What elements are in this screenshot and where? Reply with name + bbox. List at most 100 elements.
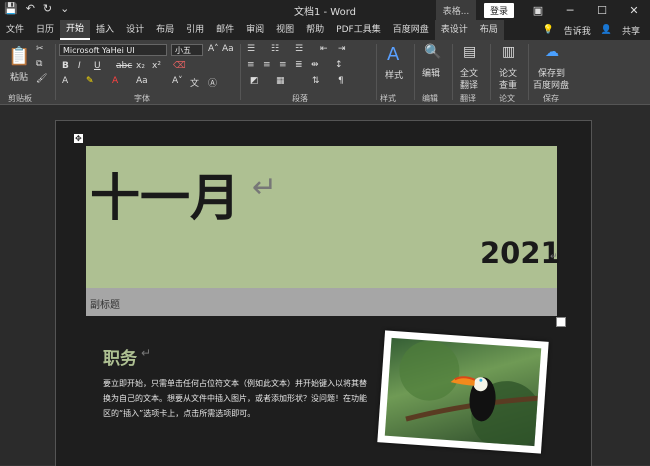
divider bbox=[414, 44, 415, 100]
multilevel-list-icon[interactable]: ☲ bbox=[295, 44, 303, 54]
align-left-icon[interactable]: ≡ bbox=[247, 60, 255, 70]
change-case-icon[interactable]: Aa bbox=[222, 44, 234, 54]
table-move-handle-icon[interactable]: ✥ bbox=[74, 134, 83, 143]
tab-home[interactable]: 开始 bbox=[60, 20, 91, 40]
tab-file[interactable]: 文件 bbox=[0, 20, 30, 40]
styles-button[interactable]: 样式 bbox=[385, 68, 403, 81]
table-tools-label: 表格... bbox=[435, 0, 476, 20]
line-spacing-icon[interactable]: ↕ bbox=[335, 60, 343, 70]
text-effects-icon[interactable]: A bbox=[62, 76, 68, 86]
edit-icon[interactable]: 🔍 bbox=[424, 44, 441, 60]
translate-icon[interactable]: ▤ bbox=[463, 44, 476, 60]
tab-insert[interactable]: 插入 bbox=[90, 20, 120, 40]
bold-icon[interactable]: B bbox=[62, 61, 69, 71]
save-to-line2[interactable]: 百度网盘 bbox=[533, 78, 569, 91]
strikethrough-icon[interactable]: abc bbox=[116, 61, 132, 71]
decrease-indent-icon[interactable]: ⇤ bbox=[320, 44, 328, 54]
styles-icon[interactable]: A bbox=[387, 44, 399, 65]
underline-icon[interactable]: U bbox=[94, 61, 101, 71]
ribbon-display-icon[interactable]: ▣ bbox=[522, 4, 554, 17]
fulltext-translate-line2[interactable]: 翻译 bbox=[460, 78, 478, 91]
subtitle-text[interactable]: 副标题 bbox=[90, 296, 120, 311]
sort-icon[interactable]: ⇅ bbox=[312, 76, 320, 86]
table-resize-handle[interactable] bbox=[556, 317, 566, 327]
tell-me-box[interactable]: 告诉我 bbox=[564, 24, 591, 37]
tab-pdf-tools[interactable]: PDF工具集 bbox=[330, 20, 387, 40]
align-right-icon[interactable]: ≡ bbox=[279, 60, 287, 70]
paper-check-line2[interactable]: 查重 bbox=[499, 78, 517, 91]
format-painter-icon[interactable]: 🖌 bbox=[36, 74, 47, 84]
tab-table-layout[interactable]: 布局 bbox=[473, 20, 504, 40]
return-mark-icon: ↵ bbox=[252, 170, 278, 205]
grow-font-icon[interactable]: A˄ bbox=[208, 44, 219, 54]
group-font-label: 字体 bbox=[134, 94, 150, 103]
group-clipboard-label: 剪贴板 bbox=[8, 94, 32, 103]
align-center-icon[interactable]: ≡ bbox=[263, 60, 271, 70]
tab-review[interactable]: 审阅 bbox=[240, 20, 270, 40]
ribbon-home: 📋 粘贴 ✂ ⧉ 🖌 剪贴板 Microsoft YaHei UI 小五 A˄ … bbox=[0, 40, 650, 105]
divider bbox=[240, 44, 241, 100]
month-title[interactable]: 十一月 bbox=[90, 158, 240, 230]
font-size-combo[interactable]: 小五 bbox=[171, 44, 203, 56]
divider bbox=[55, 44, 56, 100]
group-paper-label: 论文 bbox=[499, 94, 515, 103]
font-color-icon[interactable]: A bbox=[112, 76, 118, 86]
highlight-icon[interactable]: ✎ bbox=[86, 76, 94, 86]
clear-format-icon[interactable]: ⌫ bbox=[173, 61, 186, 71]
year-title[interactable]: 2021 bbox=[480, 236, 561, 270]
body-paragraph[interactable]: 要立即开始，只需单击任何占位符文本（例如此文本）并开始键入以将其替换为自己的文本… bbox=[103, 376, 368, 421]
tab-mailings[interactable]: 邮件 bbox=[210, 20, 240, 40]
enclose-char-icon[interactable]: Ⓐ bbox=[208, 76, 217, 89]
font-size-aa-icon[interactable]: Aa bbox=[136, 76, 148, 86]
paper-check-icon[interactable]: ▥ bbox=[502, 44, 515, 60]
increase-indent-icon[interactable]: ⇥ bbox=[338, 44, 346, 54]
return-mark-icon: ↵ bbox=[141, 346, 152, 360]
distributed-icon[interactable]: ⇹ bbox=[311, 60, 319, 70]
italic-icon[interactable]: I bbox=[78, 61, 81, 71]
group-styles-label: 样式 bbox=[380, 94, 396, 103]
shrink-font-icon[interactable]: A˅ bbox=[172, 76, 183, 86]
font-name-combo[interactable]: Microsoft YaHei UI bbox=[59, 44, 167, 56]
tab-baidu-netdisk[interactable]: 百度网盘 bbox=[387, 20, 435, 40]
copy-icon[interactable]: ⧉ bbox=[36, 59, 42, 69]
minimize-icon[interactable]: ─ bbox=[554, 4, 586, 17]
toucan-photo[interactable] bbox=[377, 330, 549, 454]
section-heading[interactable]: 职务 bbox=[103, 344, 137, 369]
paste-button[interactable]: 粘贴 bbox=[10, 70, 28, 83]
subscript-icon[interactable]: x₂ bbox=[136, 61, 145, 71]
divider bbox=[528, 44, 529, 100]
paste-icon[interactable]: 📋 bbox=[8, 46, 30, 67]
photo-image bbox=[384, 337, 542, 447]
justify-icon[interactable]: ≣ bbox=[295, 60, 303, 70]
tab-help[interactable]: 帮助 bbox=[300, 20, 330, 40]
title-bar: 💾 ↶ ↻ ⌄ 文档1 - Word 表格... 登录 ▣ ─ ☐ ✕ bbox=[0, 0, 650, 20]
phonetic-icon[interactable]: 文 bbox=[190, 76, 199, 89]
lightbulb-icon[interactable]: 💡 bbox=[543, 25, 554, 35]
cut-icon[interactable]: ✂ bbox=[36, 44, 44, 54]
tab-layout[interactable]: 布局 bbox=[150, 20, 180, 40]
group-translate-label: 翻译 bbox=[460, 94, 476, 103]
group-paragraph-label: 段落 bbox=[292, 94, 308, 103]
subtitle-bar bbox=[86, 288, 557, 316]
superscript-icon[interactable]: x² bbox=[152, 61, 161, 71]
tab-design[interactable]: 设计 bbox=[120, 20, 150, 40]
share-button[interactable]: 共享 bbox=[622, 24, 640, 37]
tab-references[interactable]: 引用 bbox=[180, 20, 210, 40]
tab-view[interactable]: 视图 bbox=[270, 20, 300, 40]
divider bbox=[376, 44, 377, 100]
login-button[interactable]: 登录 bbox=[483, 2, 514, 18]
tab-table-design[interactable]: 表设计 bbox=[434, 20, 474, 40]
maximize-icon[interactable]: ☐ bbox=[586, 4, 618, 17]
ribbon-tabs: 文件 日历 开始 插入 设计 布局 引用 邮件 审阅 视图 帮助 PDF工具集 … bbox=[0, 20, 650, 40]
tab-calendar[interactable]: 日历 bbox=[30, 20, 60, 40]
edit-button[interactable]: 编辑 bbox=[422, 66, 440, 79]
borders-icon[interactable]: ▦ bbox=[276, 76, 285, 86]
shading-icon[interactable]: ◩ bbox=[250, 76, 259, 86]
baidu-cloud-icon[interactable]: ☁ bbox=[545, 44, 559, 60]
share-icon[interactable]: 👤 bbox=[601, 25, 612, 35]
numbering-icon[interactable]: ☷ bbox=[271, 44, 279, 54]
show-marks-icon[interactable]: ¶ bbox=[338, 76, 344, 86]
group-edit-label: 编辑 bbox=[422, 94, 438, 103]
close-icon[interactable]: ✕ bbox=[618, 4, 650, 17]
bullets-icon[interactable]: ☰ bbox=[247, 44, 255, 54]
